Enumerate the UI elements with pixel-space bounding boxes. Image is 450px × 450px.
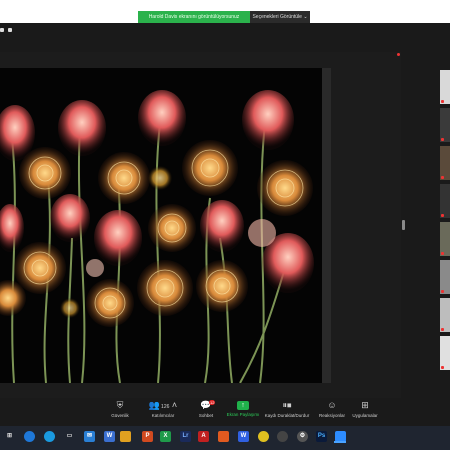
fullscreen-icon[interactable] xyxy=(8,28,12,32)
recording-indicator-icon xyxy=(397,53,400,56)
meeting-toolbar: ⛨ Güvenlik 👥126 ˄ Katılımcılar 💬 12 Sohb… xyxy=(0,398,450,426)
participant-thumbnail[interactable] xyxy=(440,70,450,104)
settings-icon[interactable]: ⚙ xyxy=(297,431,308,442)
apps-button[interactable]: ⊞ Uygulamalar xyxy=(342,400,388,418)
muted-mic-icon xyxy=(441,328,444,331)
participants-button[interactable]: 👥126 ˄ Katılımcılar xyxy=(140,400,186,418)
participant-thumbnail[interactable] xyxy=(440,146,450,180)
active-app-indicator xyxy=(334,441,346,443)
media-icon[interactable] xyxy=(277,431,288,442)
mail-icon[interactable]: ✉ xyxy=(84,431,95,442)
folder-icon[interactable] xyxy=(120,431,131,442)
muted-mic-icon xyxy=(441,214,444,217)
file-explorer-icon[interactable]: ▭ xyxy=(64,431,75,442)
photos-icon[interactable] xyxy=(218,431,229,442)
shared-flower-artwork xyxy=(0,68,331,383)
screen-share-banner: Harold Davis ekranını görüntülüyorsunuz … xyxy=(138,11,310,23)
muted-mic-icon xyxy=(441,138,444,141)
chrome-icon[interactable] xyxy=(24,431,35,442)
edge-icon[interactable] xyxy=(44,431,55,442)
excel-icon[interactable]: X xyxy=(160,431,171,442)
view-options-button[interactable]: Seçenekleri Görüntüle ⌄ xyxy=(250,11,310,23)
word-icon[interactable]: W xyxy=(104,431,115,442)
word-2-icon[interactable]: W xyxy=(238,431,249,442)
muted-mic-icon xyxy=(441,176,444,179)
flower-illustration xyxy=(0,68,331,383)
participant-thumbnail[interactable] xyxy=(440,222,450,256)
top-left-controls xyxy=(0,28,12,32)
muted-mic-icon xyxy=(441,366,444,369)
lightroom-icon[interactable]: Lr xyxy=(180,431,191,442)
muted-mic-icon xyxy=(441,290,444,293)
participant-thumbnail[interactable] xyxy=(440,108,450,142)
chrome-2-icon[interactable] xyxy=(258,431,269,442)
share-status-message: Harold Davis ekranını görüntülüyorsunuz xyxy=(138,11,250,23)
speaker-view-icon[interactable] xyxy=(0,28,4,32)
shield-icon: ⛨ xyxy=(116,400,124,410)
participant-thumbnail[interactable] xyxy=(440,336,450,370)
participant-thumbnail[interactable] xyxy=(440,298,450,332)
photoshop-icon[interactable]: Ps xyxy=(316,431,327,442)
participant-count: 126 xyxy=(161,404,170,410)
panel-resize-handle[interactable] xyxy=(402,220,405,230)
participant-thumbnail[interactable] xyxy=(440,184,450,218)
acrobat-icon[interactable]: A xyxy=(198,431,209,442)
participants-icon: 👥126 ˄ xyxy=(148,400,178,410)
muted-mic-icon xyxy=(441,252,444,255)
security-button[interactable]: ⛨ Güvenlik xyxy=(97,400,143,418)
muted-mic-icon xyxy=(441,100,444,103)
participant-thumbnail[interactable] xyxy=(440,260,450,294)
share-screen-button[interactable]: ↑ Ekran Paylaşımı xyxy=(220,400,266,417)
apps-icon: ⊞ xyxy=(361,400,369,410)
powerpoint-icon[interactable]: P xyxy=(142,431,153,442)
share-screen-icon: ↑ xyxy=(237,401,249,410)
pause-stop-icon: ⏸⏹ xyxy=(282,400,292,410)
windows-taskbar: ⊞ ▭ ✉ W P X Lr A W ⚙ Ps xyxy=(0,426,450,450)
windows-start-icon[interactable]: ⊞ xyxy=(4,431,15,442)
record-button[interactable]: ⏸⏹ Kaydı Duraklat/Durdur xyxy=(264,400,310,418)
